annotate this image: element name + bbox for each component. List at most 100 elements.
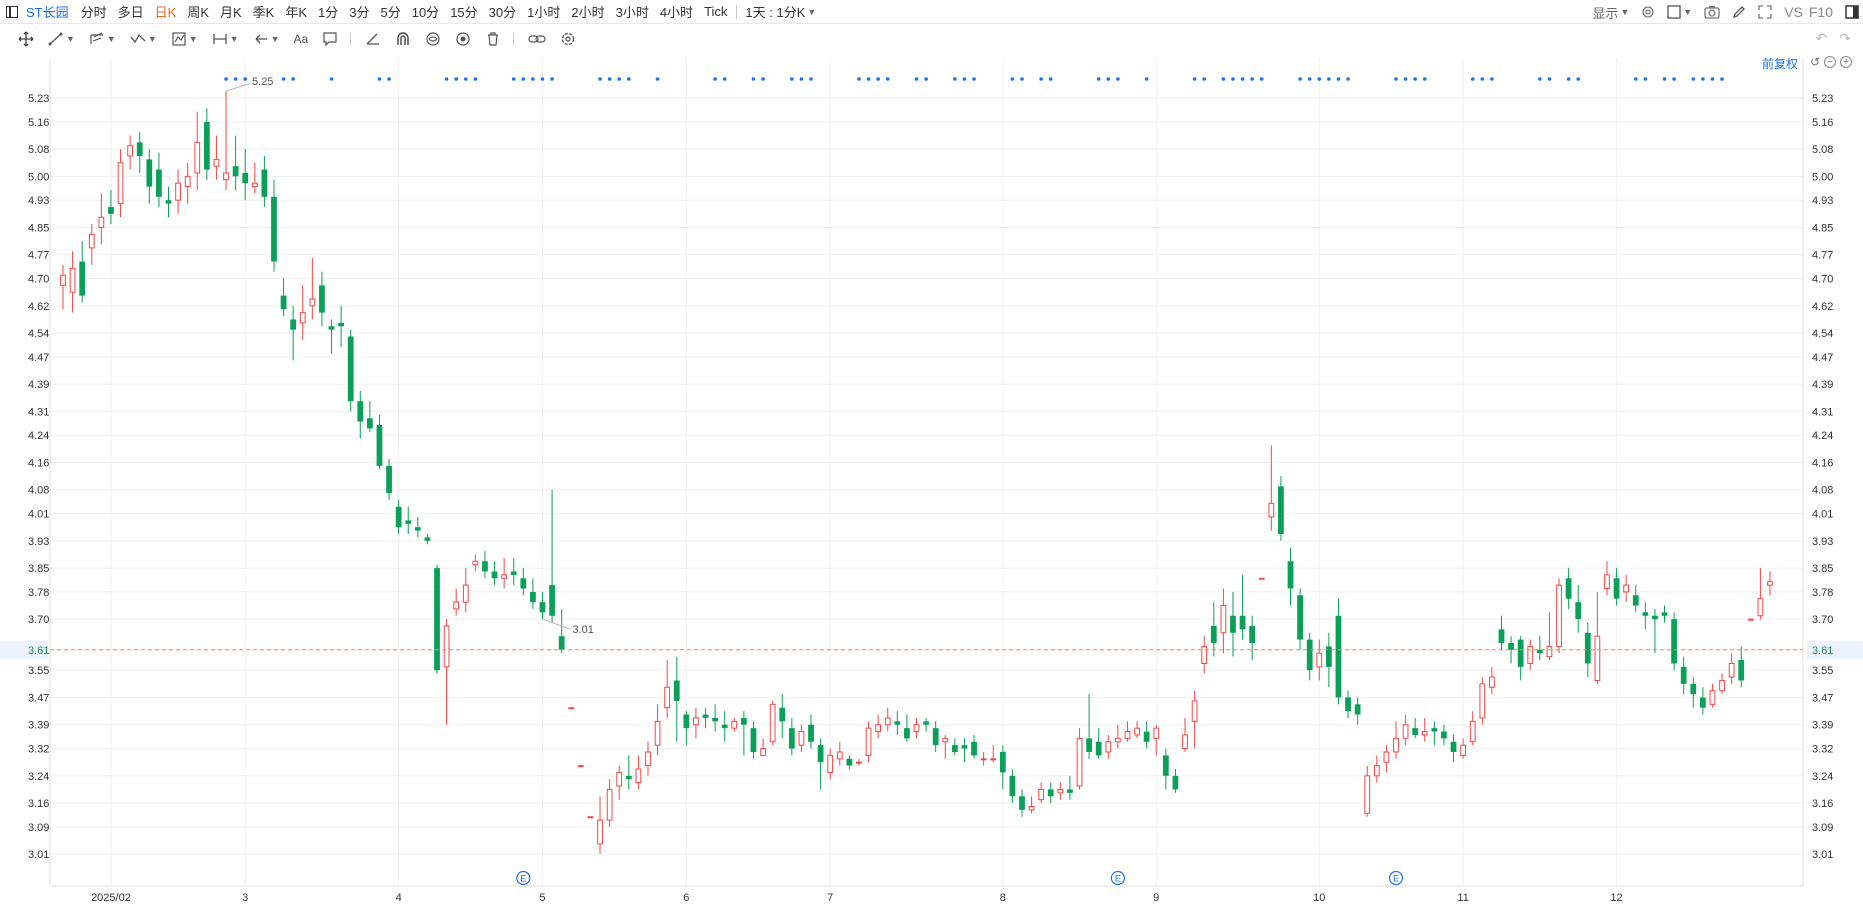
candle-body-up [1757,598,1764,617]
candle-body-up [1719,679,1725,692]
link-icon[interactable] [528,31,546,47]
candle-body-down [1699,697,1706,708]
sidebar-toggle-icon[interactable] [6,5,18,18]
layout-icon[interactable]: ▼ [1667,5,1692,19]
tab-period[interactable]: 30分 [489,2,516,21]
camera-icon[interactable] [1704,5,1720,19]
measure-icon[interactable]: ▼ [212,31,239,47]
candle-body-down [817,745,824,763]
eye-icon[interactable] [425,31,441,47]
trash-icon[interactable] [485,31,501,47]
signal-dot-marker [1259,77,1264,81]
pencil-icon[interactable] [1732,5,1746,19]
y-tick-label-right: 4.62 [1812,301,1833,313]
tab-period[interactable]: 日K [155,2,177,21]
angle-icon[interactable] [365,31,381,47]
y-tick-label-left: 5.00 [28,171,49,183]
candle-body-down [376,425,383,466]
signal-dot-marker [1144,77,1149,81]
tab-period[interactable]: 15分 [450,2,477,21]
signal-dot-marker [655,77,660,81]
candle-body-up [1623,584,1630,593]
tab-period[interactable]: 季K [253,2,275,21]
signal-dot-marker [531,77,535,81]
signal-dot-marker [924,77,928,81]
tab-period[interactable]: 4小时 [660,2,693,21]
tab-period[interactable]: 多日 [118,2,144,21]
candle-body-up [127,145,134,157]
candle-body-down [961,745,968,749]
undo-icon[interactable]: ↶ [1816,30,1828,47]
candle-body-down [1652,615,1658,620]
fullscreen-icon[interactable] [1758,5,1772,19]
lock-icon[interactable] [455,31,471,47]
move-icon[interactable] [18,31,34,47]
signal-dot-marker [233,77,238,81]
signal-dot-marker [866,77,871,81]
channel-icon[interactable]: ▼ [89,31,116,47]
candle-body-down [232,166,239,177]
f10-button[interactable]: F10 [1809,4,1833,20]
display-menu[interactable]: 显示 ▼ [1592,3,1629,22]
tab-period[interactable]: Tick [704,4,727,19]
tab-period[interactable]: 3小时 [616,2,649,21]
candle-body-down [1162,755,1169,776]
signal-dot-marker [1192,77,1197,81]
tab-period[interactable]: 年K [285,2,307,21]
candle-body-up [587,816,594,819]
tab-period[interactable]: 2小时 [571,2,604,21]
interval-select[interactable]: 1天 : 1分K ▼ [745,2,816,21]
tab-period[interactable]: 10分 [412,2,439,21]
tab-period[interactable]: 分时 [81,2,107,21]
candle-body-down [414,527,421,531]
candle-body-up [1460,744,1467,756]
signal-dot-marker [1576,77,1581,81]
text-icon[interactable]: Aa [294,32,309,46]
candle-body-up [1527,645,1534,664]
symbol-name[interactable]: ST长园 [26,2,69,21]
candle-body-up [88,233,95,249]
candle-body-down [1661,612,1668,616]
candlestick-chart[interactable]: 5.23 5.23 5.16 5.16 5.08 5.08 5.00 5.00 4.93 4.93… [0,52,1863,909]
right-panel-toggle-icon[interactable] [1845,5,1859,19]
candle-body-up [856,761,862,764]
candle-body-up [251,182,258,188]
candle-body-up [827,754,834,773]
tab-period[interactable]: 5分 [380,2,400,21]
y-tick-label-right: 5.00 [1812,171,1833,183]
y-tick-label-right: 4.01 [1812,509,1833,521]
arrow-icon[interactable]: ▼ [253,31,280,47]
y-tick-label-right: 3.78 [1812,587,1833,599]
y-tick-label-left: 5.08 [28,144,49,156]
candle-body-down [1095,741,1102,756]
trend-line-icon[interactable]: ▼ [48,31,75,47]
tab-period[interactable]: 月K [220,2,242,21]
x-tick-label: 3 [242,892,248,904]
tab-period[interactable]: 3分 [349,2,369,21]
signal-dot-marker [607,77,612,81]
tab-period[interactable]: 1小时 [527,2,560,21]
tab-period[interactable]: 1分 [318,2,338,21]
y-tick-label-left: 3.47 [28,692,49,704]
candle-body-down [510,571,517,575]
vs-button[interactable]: VS [1784,4,1803,20]
signal-dot-marker [1048,77,1053,81]
signal-dot-marker [1710,77,1715,81]
comment-icon[interactable] [322,31,338,47]
y-tick-label-right: 4.77 [1812,250,1833,262]
wave-icon[interactable]: ▼ [130,31,157,47]
y-tick-label-left: 5.23 [28,93,49,105]
signal-dot-marker [962,77,967,81]
settings-icon[interactable] [1641,5,1655,19]
y-tick-label-left: 4.24 [28,430,49,442]
tab-period[interactable]: 周K [187,2,209,21]
gear-icon[interactable] [560,31,576,47]
magnet-icon[interactable] [395,31,411,47]
period-bar: ST长园 分时 多日 日K 周K 月K 季K 年K 1分 3分 5分 10分 15分 30分 1小时 2小时… [0,0,1863,24]
pattern-icon[interactable]: ▼ [171,31,198,47]
chevron-down-icon: ▼ [106,33,116,44]
redo-icon[interactable]: ↷ [1839,30,1851,47]
y-tick-label-left: 3.01 [28,849,49,861]
period-tabs: 分时 多日 日K 周K 月K 季K 年K 1分 3分 5分 10分 15分 30分 1小时 2小时 3小时 4小… [81,2,739,21]
signal-dot-marker [598,77,602,81]
